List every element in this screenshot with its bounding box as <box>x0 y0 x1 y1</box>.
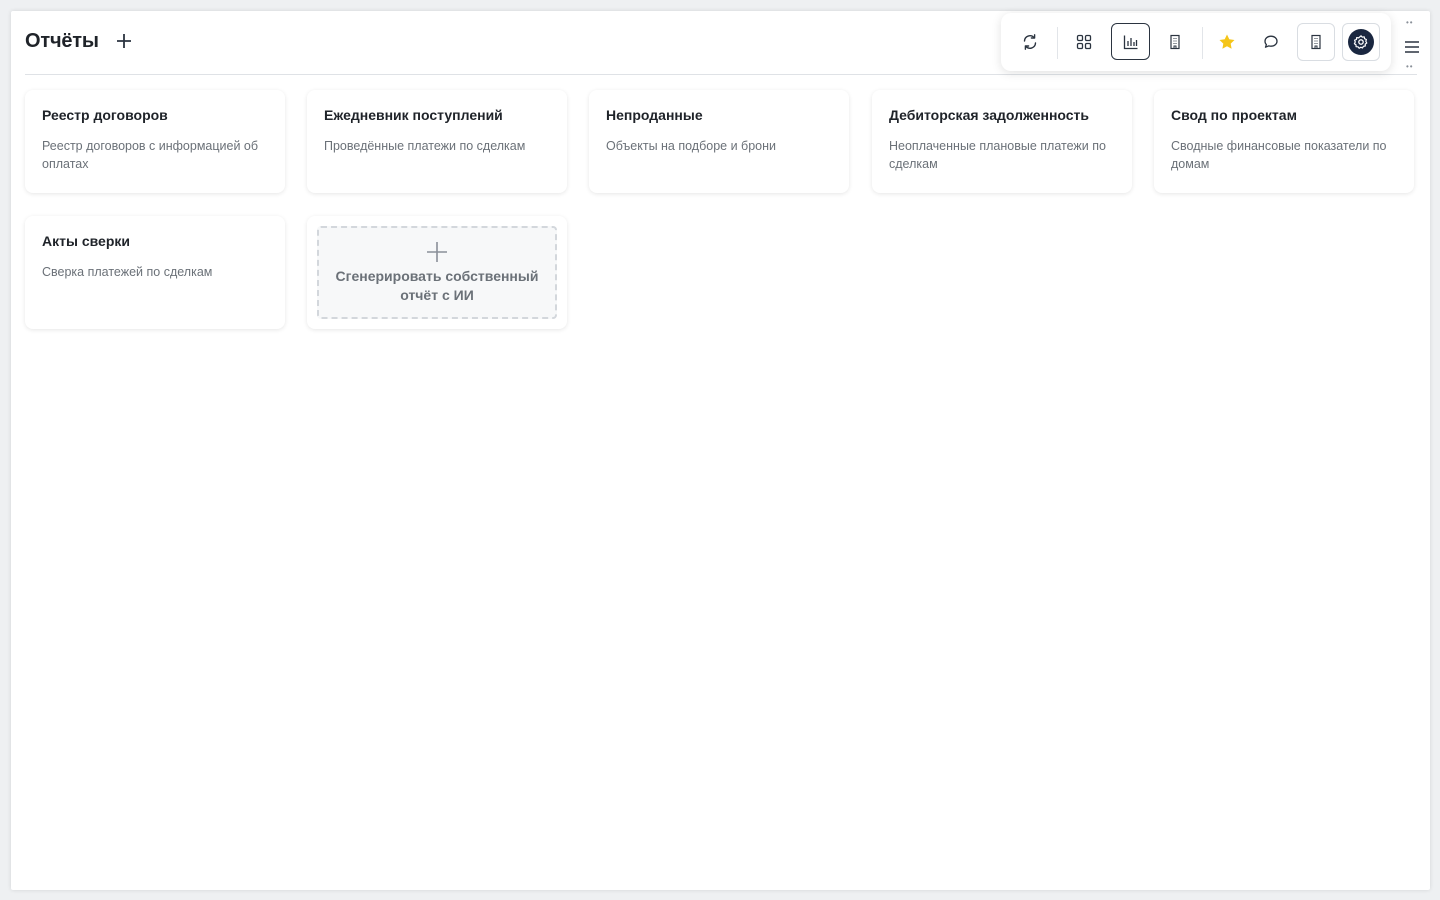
refresh-icon <box>1023 34 1037 50</box>
report-card[interactable]: Акты сверки Сверка платежей по сделкам <box>25 216 285 329</box>
grid-button[interactable] <box>1066 24 1102 60</box>
reports-page: Отчёты •• •• Реестр договоров Реестр дог… <box>11 11 1430 890</box>
chat-icon <box>1264 35 1278 48</box>
report-card-description: Реестр договоров с информацией об оплата… <box>42 139 259 171</box>
star-icon <box>1219 34 1235 49</box>
chat-button[interactable] <box>1253 24 1289 60</box>
refresh-button[interactable] <box>1012 24 1048 60</box>
report-card-description: Сверка платежей по сделкам <box>42 265 213 279</box>
settings-icon <box>1348 29 1374 55</box>
building-icon <box>1311 34 1321 50</box>
add-report-button[interactable] <box>113 30 135 52</box>
toolbar <box>1001 13 1391 71</box>
settings-button[interactable] <box>1342 23 1380 61</box>
favorites-button[interactable] <box>1209 24 1245 60</box>
menu-area: •• •• <box>1394 17 1430 71</box>
report-card-title: Реестр договоров <box>42 107 168 123</box>
generate-report-area[interactable]: Сгенерировать собственный отчёт с ИИ <box>317 226 557 319</box>
menu-button[interactable] <box>1398 33 1426 61</box>
report-card-title: Свод по проектам <box>1171 107 1297 123</box>
report-card[interactable]: Свод по проектам Сводные финансовые пока… <box>1154 90 1414 193</box>
generate-report-card[interactable]: Сгенерировать собственный отчёт с ИИ <box>307 216 567 329</box>
report-card-title: Дебиторская задолженность <box>889 107 1090 123</box>
report-card-description: Объекты на подборе и брони <box>606 139 776 153</box>
report-card-title: Непроданные <box>606 107 703 123</box>
hamburger-icon <box>1405 41 1419 53</box>
toolbar-divider <box>1202 27 1203 59</box>
reports-button[interactable] <box>1111 23 1150 60</box>
report-card[interactable]: Непроданные Объекты на подборе и брони <box>589 90 849 193</box>
generate-report-label: Сгенерировать собственный отчёт с ИИ <box>335 267 539 303</box>
building-button[interactable] <box>1297 23 1335 61</box>
page-title: Отчёты <box>25 30 99 52</box>
drag-handle-icon[interactable]: •• <box>1406 63 1414 71</box>
objects-button[interactable] <box>1157 24 1193 60</box>
bar-chart-icon <box>1123 35 1137 49</box>
report-card-title: Акты сверки <box>42 233 130 249</box>
toolbar-divider <box>1057 27 1058 59</box>
drag-handle-icon[interactable]: •• <box>1406 19 1414 27</box>
report-card-title: Ежедневник поступлений <box>324 107 503 123</box>
report-card[interactable]: Ежедневник поступлений Проведённые плате… <box>307 90 567 193</box>
report-card[interactable]: Дебиторская задолженность Неоплаченные п… <box>872 90 1132 193</box>
report-card-description: Сводные финансовые показатели по домам <box>1171 139 1387 171</box>
plus-icon <box>117 34 131 48</box>
report-card-description: Проведённые платежи по сделкам <box>324 139 526 153</box>
report-card[interactable]: Реестр договоров Реестр договоров с инфо… <box>25 90 285 193</box>
plus-icon <box>427 241 447 262</box>
building-icon <box>1170 34 1180 50</box>
report-card-description: Неоплаченные плановые платежи по сделкам <box>889 139 1106 171</box>
grid-icon <box>1076 34 1092 50</box>
